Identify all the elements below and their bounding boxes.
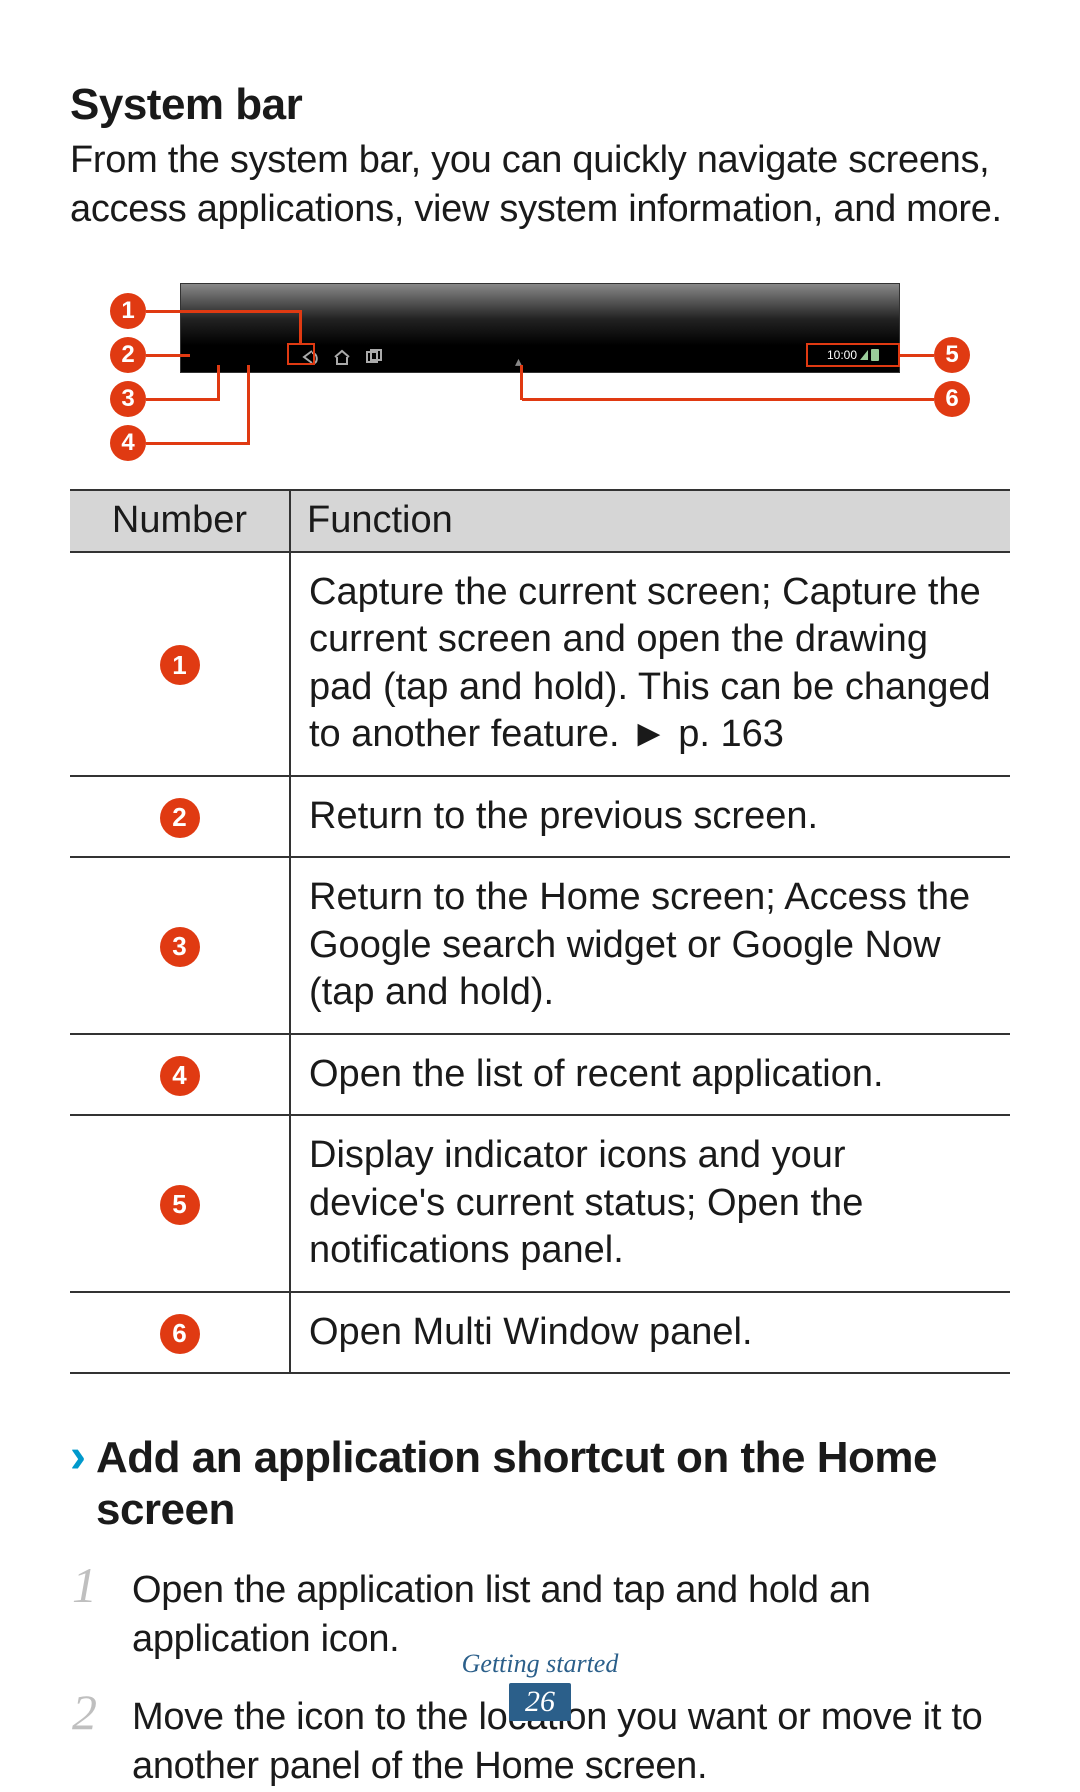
leader-line bbox=[520, 365, 523, 400]
status-area-highlight: 10:00 bbox=[806, 343, 900, 367]
signal-icon bbox=[860, 350, 868, 360]
table-header-function: Function bbox=[290, 490, 1010, 552]
callout-4: 4 bbox=[110, 425, 146, 461]
leader-line bbox=[247, 365, 250, 444]
footer-section-name: Getting started bbox=[0, 1649, 1080, 1679]
callout-6: 6 bbox=[934, 381, 970, 417]
row-function-text: Capture the current screen; Capture the … bbox=[290, 552, 1010, 776]
leader-line bbox=[146, 398, 220, 401]
leader-line bbox=[146, 442, 250, 445]
callout-3: 3 bbox=[110, 381, 146, 417]
function-table: Number Function 1 Capture the current sc… bbox=[70, 489, 1010, 1374]
system-bar-diagram: 10:00 ▴ 1 2 3 4 5 6 bbox=[70, 283, 1010, 473]
section-intro: From the system bar, you can quickly nav… bbox=[70, 136, 1010, 233]
row-number-badge: 4 bbox=[160, 1056, 200, 1096]
leader-line bbox=[898, 354, 934, 357]
home-icon bbox=[331, 348, 353, 366]
subsection-title: Add an application shortcut on the Home … bbox=[96, 1432, 1010, 1536]
table-row: 5 Display indicator icons and your devic… bbox=[70, 1115, 1010, 1292]
table-row: 1 Capture the current screen; Capture th… bbox=[70, 552, 1010, 776]
recent-apps-icon bbox=[363, 348, 385, 366]
row-function-text: Return to the Home screen; Access the Go… bbox=[290, 857, 1010, 1034]
leader-line bbox=[146, 354, 190, 357]
table-row: 2 Return to the previous screen. bbox=[70, 776, 1010, 858]
subsection-heading: › Add an application shortcut on the Hom… bbox=[70, 1432, 1010, 1536]
leader-line bbox=[217, 365, 220, 400]
status-time: 10:00 bbox=[827, 348, 857, 362]
leader-line bbox=[299, 310, 302, 345]
step-number: 1 bbox=[72, 1560, 132, 1610]
footer-page-number: 26 bbox=[509, 1683, 571, 1721]
row-function-text: Display indicator icons and your device'… bbox=[290, 1115, 1010, 1292]
leader-line bbox=[146, 310, 302, 313]
row-number-badge: 1 bbox=[160, 645, 200, 685]
table-row: 3 Return to the Home screen; Access the … bbox=[70, 857, 1010, 1034]
row-number-badge: 6 bbox=[160, 1314, 200, 1354]
callout-1: 1 bbox=[110, 293, 146, 329]
row-function-text: Return to the previous screen. bbox=[290, 776, 1010, 858]
row-function-text: Open the list of recent application. bbox=[290, 1034, 1010, 1116]
row-number-badge: 5 bbox=[160, 1185, 200, 1225]
chevron-icon: › bbox=[70, 1433, 86, 1481]
table-header-number: Number bbox=[70, 490, 290, 552]
table-row: 6 Open Multi Window panel. bbox=[70, 1292, 1010, 1374]
leader-line bbox=[522, 398, 934, 401]
callout-2: 2 bbox=[110, 337, 146, 373]
row-function-text: Open Multi Window panel. bbox=[290, 1292, 1010, 1374]
section-title: System bar bbox=[70, 80, 1010, 130]
callout-5: 5 bbox=[934, 337, 970, 373]
screenshot-button-highlight bbox=[287, 343, 315, 365]
row-number-badge: 2 bbox=[160, 798, 200, 838]
table-row: 4 Open the list of recent application. bbox=[70, 1034, 1010, 1116]
row-number-badge: 3 bbox=[160, 927, 200, 967]
battery-icon bbox=[871, 349, 879, 361]
page-footer: Getting started 26 bbox=[0, 1649, 1080, 1721]
